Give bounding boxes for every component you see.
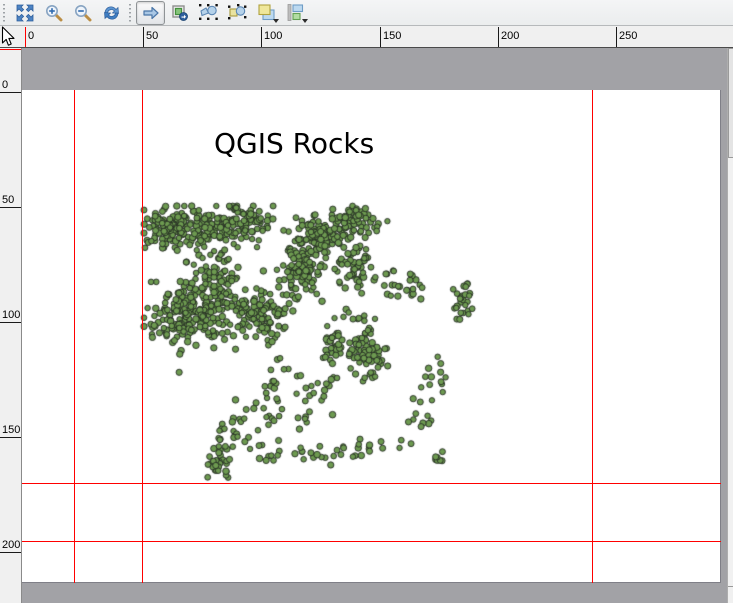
- zoom-full-button[interactable]: [10, 1, 39, 25]
- ruler-label: 150: [383, 30, 401, 42]
- align-items-button[interactable]: [281, 1, 310, 25]
- ruler-label: 50: [2, 194, 14, 206]
- refresh-button[interactable]: [97, 1, 126, 25]
- label-item[interactable]: QGIS Rocks: [214, 127, 374, 160]
- zoom-out-button[interactable]: [68, 1, 97, 25]
- composer-toolbar: [0, 0, 733, 26]
- horizontal-ruler[interactable]: 0 50 100 150 200 250: [0, 26, 733, 48]
- guide-line-horizontal[interactable]: [22, 483, 721, 484]
- zoom-out-icon: [74, 4, 92, 22]
- ungroup-items-icon: [228, 4, 247, 21]
- scrollbar-thumb[interactable]: [728, 48, 733, 158]
- ruler-tick: [0, 92, 21, 93]
- ruler-cursor-marker: [25, 27, 26, 47]
- vertical-scrollbar[interactable]: [727, 48, 733, 603]
- composer-canvas[interactable]: QGIS Rocks: [22, 48, 733, 603]
- move-content-icon: [171, 4, 189, 22]
- ruler-tick: [498, 27, 499, 47]
- ruler-label: 150: [2, 424, 20, 436]
- guide-line-vertical[interactable]: [592, 90, 593, 583]
- ruler-tick: [380, 27, 381, 47]
- ruler-tick: [616, 27, 617, 47]
- group-items-icon: [199, 4, 218, 21]
- ruler-tick: [143, 27, 144, 47]
- toolbar-drag-handle[interactable]: [1, 4, 8, 22]
- ruler-label: 250: [619, 30, 637, 42]
- guide-line-horizontal[interactable]: [22, 541, 721, 542]
- guide-line-vertical[interactable]: [74, 90, 75, 583]
- zoom-in-icon: [45, 4, 63, 22]
- dropdown-arrow-icon: [273, 19, 279, 23]
- zoom-full-icon: [16, 4, 34, 22]
- raise-items-button[interactable]: [252, 1, 281, 25]
- ruler-label: 0: [28, 30, 34, 42]
- ungroup-items-button[interactable]: [223, 1, 252, 25]
- mouse-cursor-icon: [1, 26, 15, 48]
- ruler-label: 200: [501, 30, 519, 42]
- toolbar-drag-handle[interactable]: [127, 4, 134, 22]
- select-move-arrow-icon: [142, 4, 160, 22]
- group-items-button[interactable]: [194, 1, 223, 25]
- ruler-tick: [0, 437, 21, 438]
- ruler-tick: [261, 27, 262, 47]
- ruler-label: 50: [146, 30, 158, 42]
- ruler-label: 100: [264, 30, 282, 42]
- dropdown-arrow-icon: [302, 19, 308, 23]
- scrollbar-down-button[interactable]: [728, 586, 733, 603]
- ruler-tick: [0, 322, 21, 323]
- ruler-tick: [0, 207, 21, 208]
- move-item-content-button[interactable]: [165, 1, 194, 25]
- vertical-ruler[interactable]: 0 50 100 150 200: [0, 48, 22, 603]
- ruler-label: 100: [2, 309, 20, 321]
- select-move-item-button[interactable]: [136, 1, 165, 25]
- map-item-points[interactable]: [22, 48, 733, 603]
- ruler-cursor-marker: [0, 49, 21, 50]
- refresh-icon: [102, 4, 121, 22]
- ruler-tick: [0, 552, 21, 553]
- ruler-label: 0: [2, 79, 8, 91]
- composer-window: 0 50 100 150 200 250 0 50 100 150 200 QGIS Rocks: [0, 0, 733, 603]
- guide-line-vertical[interactable]: [142, 90, 143, 583]
- ruler-label: 200: [2, 539, 20, 551]
- zoom-in-button[interactable]: [39, 1, 68, 25]
